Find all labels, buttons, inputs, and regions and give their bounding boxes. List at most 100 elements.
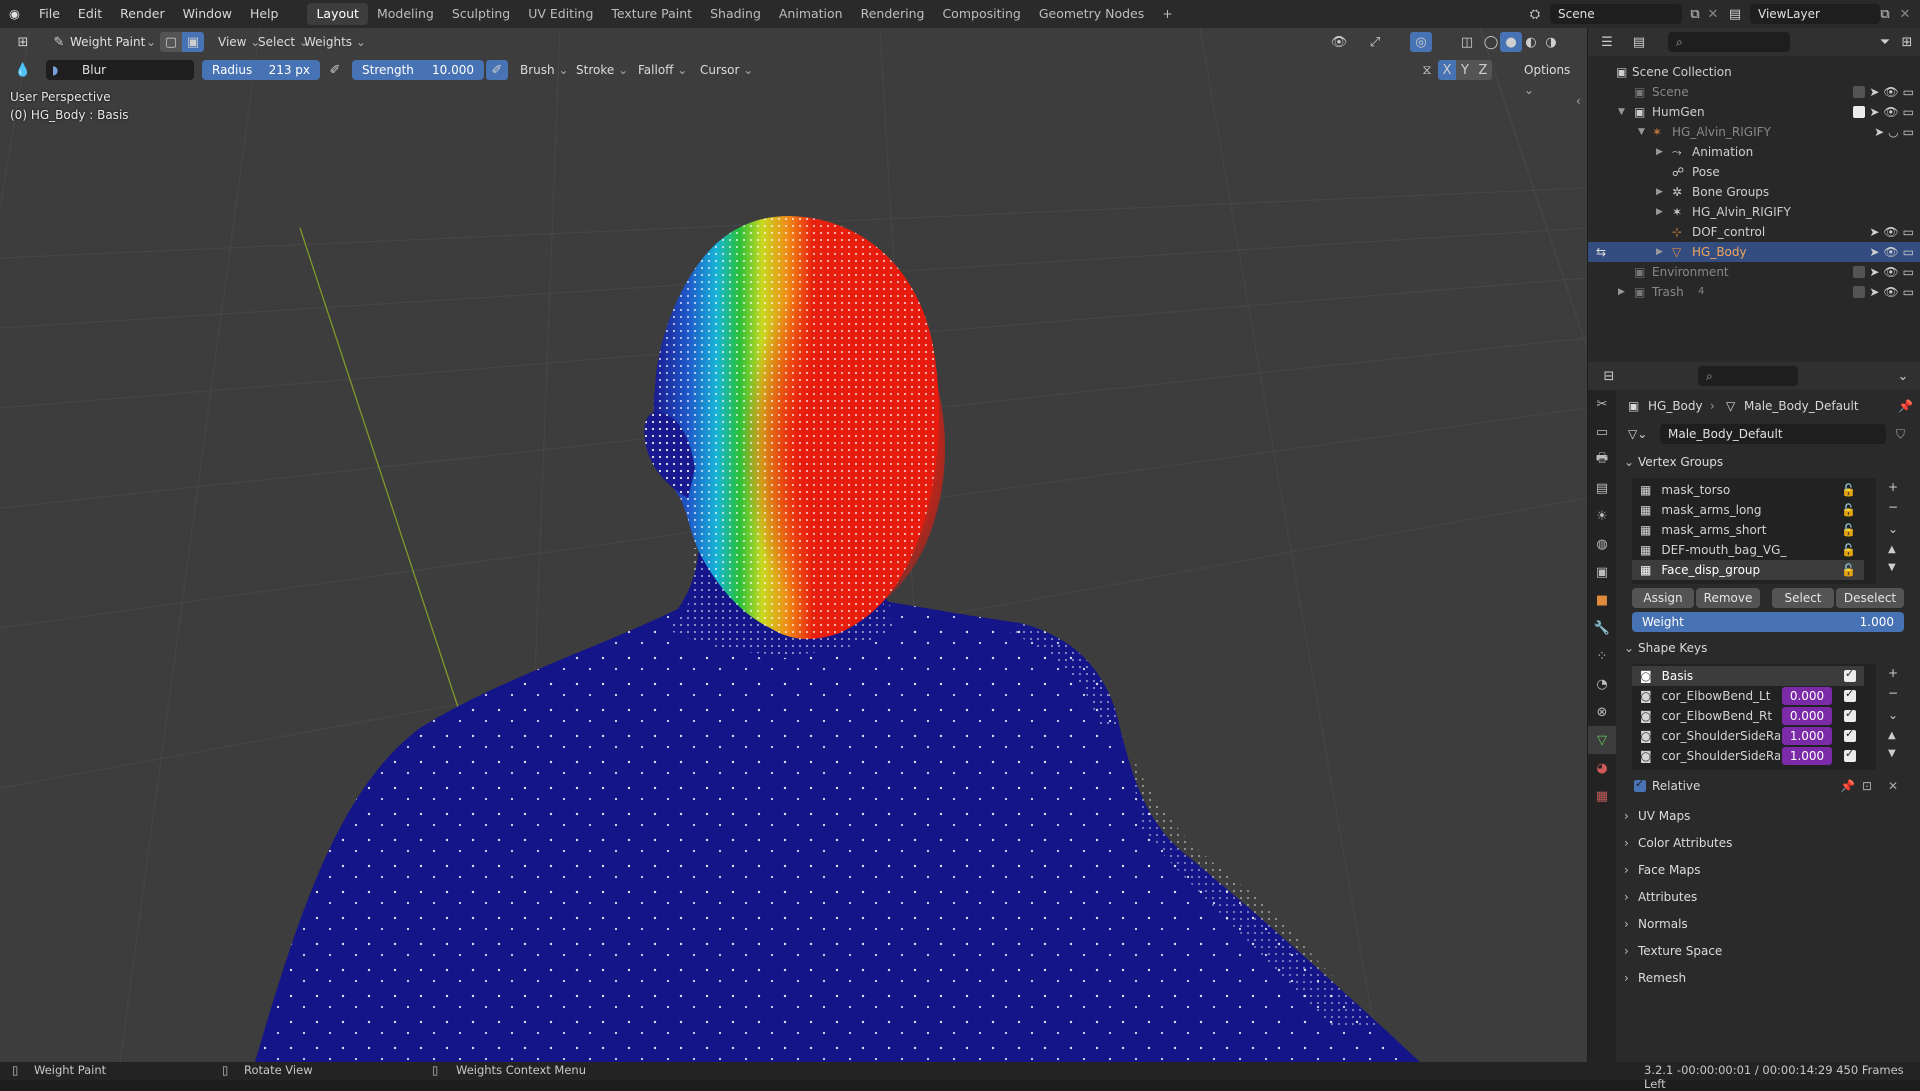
add-workspace-button[interactable]: +: [1153, 3, 1181, 25]
exclude-checkbox[interactable]: [1853, 106, 1866, 118]
delete-scene-icon[interactable]: ✕: [1702, 4, 1724, 24]
shape-key-item[interactable]: ◙ cor_ShoulderSideRa...: [1632, 726, 1780, 746]
radius-slider[interactable]: Radius 213 px: [202, 60, 320, 80]
menu-render[interactable]: Render: [111, 0, 174, 28]
select-button[interactable]: Select: [1772, 588, 1834, 608]
select-icon[interactable]: ➤: [1869, 262, 1879, 282]
mirror-x-button[interactable]: X: [1438, 60, 1456, 80]
render-icon[interactable]: ▭: [1903, 222, 1914, 242]
render-icon[interactable]: ▭: [1903, 102, 1914, 122]
brush-dropdown[interactable]: Brush: [514, 60, 575, 80]
add-vertex-group-icon[interactable]: +: [1888, 480, 1898, 494]
view-layer-tab-icon[interactable]: ▤: [1588, 474, 1616, 502]
radius-pressure-icon[interactable]: ✐: [324, 60, 346, 80]
shape-key-item[interactable]: ◙ cor_ShoulderSideRa...: [1632, 746, 1780, 766]
shape-key-mute-checkbox[interactable]: [1844, 707, 1856, 722]
tab-rendering[interactable]: Rendering: [852, 3, 934, 25]
vertex-group-item-active[interactable]: ▦ Face_disp_group 🔓: [1632, 560, 1864, 580]
particles-tab-icon[interactable]: ⁘: [1588, 642, 1616, 670]
eye-icon[interactable]: 👁: [1883, 102, 1898, 122]
assign-button[interactable]: Assign: [1632, 588, 1694, 608]
new-collection-icon[interactable]: ⊞: [1896, 32, 1918, 52]
visibility-icon[interactable]: 👁: [1328, 32, 1350, 52]
shape-key-mute-checkbox[interactable]: [1844, 687, 1856, 702]
properties-editor-type-icon[interactable]: ⊟: [1598, 366, 1620, 386]
lock-icon[interactable]: 🔓: [1841, 560, 1856, 580]
breadcrumb-object[interactable]: HG_Body: [1648, 396, 1703, 416]
shape-key-value[interactable]: 0.000: [1782, 707, 1832, 725]
menu-file[interactable]: File: [30, 0, 69, 28]
uv-maps-panel-header[interactable]: UV Maps: [1624, 804, 1912, 828]
solid-shading-icon[interactable]: ●: [1500, 32, 1522, 52]
object-tab-icon[interactable]: ■: [1588, 586, 1616, 614]
fake-user-shield-icon[interactable]: ⛉: [1896, 424, 1905, 444]
expand-icon[interactable]: ▶: [1656, 242, 1663, 262]
select-icon[interactable]: ➤: [1869, 82, 1879, 102]
scene-selector-icon[interactable]: ⛭: [1524, 4, 1546, 24]
clear-shape-key-icon[interactable]: ✕: [1888, 776, 1898, 796]
menu-help[interactable]: Help: [241, 0, 288, 28]
rendered-shading-icon[interactable]: ◑: [1540, 32, 1562, 52]
scene-tab-icon[interactable]: ☀: [1588, 502, 1616, 530]
lock-icon[interactable]: 🔓: [1841, 520, 1856, 540]
expand-icon[interactable]: ▼: [1618, 102, 1625, 122]
constraints-tab-icon[interactable]: ⊗: [1588, 698, 1616, 726]
outliner-search-input[interactable]: ⌕: [1668, 32, 1790, 52]
breadcrumb-mesh[interactable]: Male_Body_Default: [1744, 396, 1859, 416]
mirror-y-button[interactable]: Y: [1456, 60, 1474, 80]
editor-type-icon[interactable]: ⊞: [12, 32, 34, 52]
mirror-z-button[interactable]: Z: [1474, 60, 1492, 80]
outliner-row-trash[interactable]: ▶ ▣ Trash 4 ➤ 👁 ▭: [1588, 282, 1920, 302]
shape-keys-panel-header[interactable]: Shape Keys: [1624, 636, 1912, 660]
tab-layout[interactable]: Layout: [307, 3, 368, 25]
shape-key-mute-checkbox[interactable]: [1844, 667, 1856, 682]
physics-tab-icon[interactable]: ◔: [1588, 670, 1616, 698]
brush-drop-icon[interactable]: 💧: [12, 60, 34, 80]
world-tab-icon[interactable]: ◍: [1588, 530, 1616, 558]
eye-hidden-icon[interactable]: ◡: [1888, 122, 1898, 142]
render-tab-icon[interactable]: ▭: [1588, 418, 1616, 446]
tool-tab-icon[interactable]: ✂: [1588, 390, 1616, 418]
remove-button[interactable]: Remove: [1696, 588, 1760, 608]
vertex-group-item[interactable]: ▦ mask_torso 🔓: [1632, 480, 1864, 500]
properties-search-input[interactable]: ⌕: [1698, 366, 1798, 386]
mode-selector[interactable]: Weight Paint: [70, 32, 145, 52]
menu-edit[interactable]: Edit: [69, 0, 111, 28]
tab-shading[interactable]: Shading: [701, 3, 770, 25]
3d-viewport[interactable]: ⊞ ✎ Weight Paint ⌄ ▢ ▣ View Select Weigh…: [0, 28, 1587, 1062]
mesh-name-field[interactable]: Male_Body_Default: [1660, 424, 1886, 444]
render-icon[interactable]: ▭: [1903, 242, 1914, 262]
expand-icon[interactable]: ▶: [1656, 142, 1663, 162]
outliner-row-animation[interactable]: ▶ ⤳ Animation: [1588, 142, 1920, 162]
outliner-row-scene-collection[interactable]: ▣ Scene Collection: [1588, 62, 1920, 82]
outliner-row-pose[interactable]: ☍ Pose: [1588, 162, 1920, 182]
xray-icon[interactable]: ◫: [1456, 32, 1478, 52]
normals-panel-header[interactable]: Normals: [1624, 912, 1912, 936]
stroke-dropdown[interactable]: Stroke: [570, 60, 634, 80]
lock-icon[interactable]: 🔓: [1841, 480, 1856, 500]
blender-logo-icon[interactable]: ◉: [0, 0, 30, 28]
exclude-checkbox[interactable]: [1853, 266, 1866, 278]
outliner-row-humgen[interactable]: ▼ ▣ HumGen ➤ 👁 ▭: [1588, 102, 1920, 122]
weight-slider[interactable]: Weight 1.000: [1632, 612, 1904, 632]
pin-icon[interactable]: 📌: [1898, 396, 1913, 416]
tab-animation[interactable]: Animation: [770, 3, 852, 25]
edit-mode-icon[interactable]: ⇆: [1596, 242, 1606, 262]
material-shading-icon[interactable]: ◐: [1520, 32, 1542, 52]
outliner-row-hg-body[interactable]: ⇆ ▶ ▽ HG_Body ➤ 👁 ▭: [1588, 242, 1920, 262]
shape-key-pin-icon[interactable]: 📌: [1840, 776, 1855, 796]
cursor-dropdown[interactable]: Cursor: [694, 60, 759, 80]
outliner-row-dof-control[interactable]: ⊹ DOF_control ➤ 👁 ▭: [1588, 222, 1920, 242]
render-icon[interactable]: ▭: [1903, 122, 1914, 142]
display-mode-icon[interactable]: ▤: [1628, 32, 1650, 52]
modifier-tab-icon[interactable]: 🔧: [1588, 614, 1616, 642]
expand-icon[interactable]: ▶: [1618, 282, 1625, 302]
shape-key-mute-checkbox[interactable]: [1844, 747, 1856, 762]
wireframe-shading-icon[interactable]: ◯: [1480, 32, 1502, 52]
brush-selector[interactable]: ◗ Blur: [46, 60, 194, 80]
vertex-select-icon[interactable]: ▢: [160, 32, 182, 52]
vertex-group-item[interactable]: ▦ mask_arms_short 🔓: [1632, 520, 1864, 540]
view-layer-icon[interactable]: ▤: [1724, 4, 1746, 24]
outliner-editor-type-icon[interactable]: ☰: [1596, 32, 1618, 52]
color-attributes-panel-header[interactable]: Color Attributes: [1624, 831, 1912, 855]
